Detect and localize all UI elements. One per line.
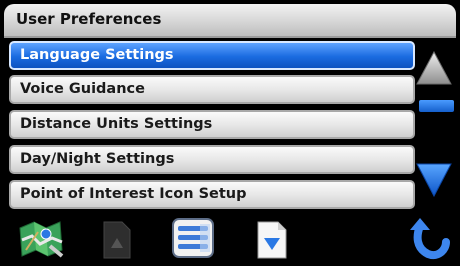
menu-item-label: Distance Units Settings	[20, 116, 213, 132]
page-icon	[103, 221, 131, 259]
menu-item-label: Point of Interest Icon Setup	[20, 186, 247, 202]
scrollbar-thumb[interactable]	[419, 100, 454, 112]
menu-item-label: Language Settings	[20, 47, 174, 63]
document-down-button[interactable]	[256, 216, 302, 260]
list-button[interactable]	[170, 216, 216, 260]
triangle-up-icon	[416, 50, 452, 85]
menu-item-voice-guidance[interactable]: Voice Guidance	[9, 75, 415, 104]
scroll-up-button[interactable]	[414, 48, 454, 88]
menu-item-label: Day/Night Settings	[20, 151, 175, 167]
menu-item-label: Voice Guidance	[20, 81, 145, 97]
scroll-down-button[interactable]	[414, 160, 454, 200]
map-button[interactable]	[16, 216, 64, 260]
document-down-icon	[257, 221, 287, 259]
title-bar: User Preferences	[4, 4, 456, 38]
list-icon	[172, 218, 214, 258]
page-button[interactable]	[102, 216, 148, 260]
page-title: User Preferences	[16, 10, 162, 28]
bottom-toolbar	[4, 212, 456, 262]
back-arrow-icon	[410, 218, 450, 259]
screen: User Preferences Language Settings Voice…	[4, 4, 456, 262]
menu-item-language-settings[interactable]: Language Settings	[9, 41, 415, 70]
menu-item-day-night-settings[interactable]: Day/Night Settings	[9, 145, 415, 174]
menu-item-distance-units-settings[interactable]: Distance Units Settings	[9, 110, 415, 139]
menu-item-poi-icon-setup[interactable]: Point of Interest Icon Setup	[9, 180, 415, 209]
back-button[interactable]	[406, 216, 452, 260]
triangle-down-icon	[416, 163, 452, 198]
map-icon	[19, 221, 64, 258]
